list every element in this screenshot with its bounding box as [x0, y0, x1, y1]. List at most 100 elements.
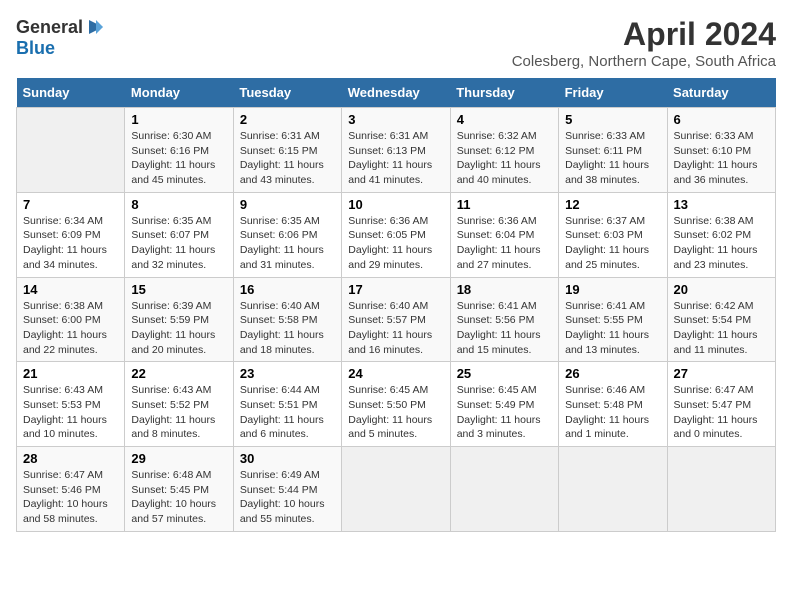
calendar-cell: 12Sunrise: 6:37 AM Sunset: 6:03 PM Dayli… — [559, 192, 667, 277]
day-info: Sunrise: 6:33 AM Sunset: 6:10 PM Dayligh… — [674, 129, 769, 188]
day-info: Sunrise: 6:37 AM Sunset: 6:03 PM Dayligh… — [565, 214, 660, 273]
day-info: Sunrise: 6:47 AM Sunset: 5:47 PM Dayligh… — [674, 383, 769, 442]
day-number: 25 — [457, 366, 552, 381]
day-number: 24 — [348, 366, 443, 381]
day-number: 8 — [131, 197, 226, 212]
day-number: 2 — [240, 112, 335, 127]
calendar-cell: 22 Sunrise: 6:43 AM Sunset: 5:52 PM Dayli… — [125, 362, 233, 447]
calendar-cell: 10Sunrise: 6:36 AM Sunset: 6:05 PM Dayli… — [342, 192, 450, 277]
calendar-cell: 14 Sunrise: 6:38 AM Sunset: 6:00 PM Dayli… — [17, 277, 125, 362]
logo-blue-text: Blue — [16, 38, 55, 59]
day-number: 18 — [457, 282, 552, 297]
title-section: April 2024 Colesberg, Northern Cape, Sou… — [512, 16, 776, 70]
day-number: 28 — [23, 451, 118, 466]
day-number: 5 — [565, 112, 660, 127]
day-info: Sunrise: 6:33 AM Sunset: 6:11 PM Dayligh… — [565, 129, 660, 188]
day-number: 16 — [240, 282, 335, 297]
weekday-header-row: SundayMondayTuesdayWednesdayThursdayFrid… — [17, 78, 776, 108]
day-number: 15 — [131, 282, 226, 297]
subtitle: Colesberg, Northern Cape, South Africa — [512, 53, 776, 70]
calendar-cell: 6 Sunrise: 6:33 AM Sunset: 6:10 PM Daylig… — [667, 108, 775, 193]
day-info: Sunrise: 6:46 AM Sunset: 5:48 PM Dayligh… — [565, 383, 660, 442]
day-info: Sunrise: 6:43 AM Sunset: 5:52 PM Dayligh… — [131, 383, 226, 442]
day-info: Sunrise: 6:43 AM Sunset: 5:53 PM Dayligh… — [23, 383, 118, 442]
calendar-cell — [559, 447, 667, 532]
day-info: Sunrise: 6:39 AM Sunset: 5:59 PM Dayligh… — [131, 299, 226, 358]
weekday-header-friday: Friday — [559, 78, 667, 108]
logo: General Blue — [16, 16, 107, 59]
calendar-cell: 4 Sunrise: 6:32 AM Sunset: 6:12 PM Daylig… — [450, 108, 558, 193]
day-info: Sunrise: 6:44 AM Sunset: 5:51 PM Dayligh… — [240, 383, 335, 442]
calendar-cell: 21Sunrise: 6:43 AM Sunset: 5:53 PM Dayli… — [17, 362, 125, 447]
calendar-cell — [342, 447, 450, 532]
weekday-header-sunday: Sunday — [17, 78, 125, 108]
calendar-cell: 28 Sunrise: 6:47 AM Sunset: 5:46 PM Dayli… — [17, 447, 125, 532]
day-info: Sunrise: 6:47 AM Sunset: 5:46 PM Dayligh… — [23, 468, 118, 527]
weekday-header-wednesday: Wednesday — [342, 78, 450, 108]
calendar-cell: 23 Sunrise: 6:44 AM Sunset: 5:51 PM Dayli… — [233, 362, 341, 447]
week-row-2: 7Sunrise: 6:34 AM Sunset: 6:09 PM Daylig… — [17, 192, 776, 277]
day-info: Sunrise: 6:48 AM Sunset: 5:45 PM Dayligh… — [131, 468, 226, 527]
calendar-cell: 27 Sunrise: 6:47 AM Sunset: 5:47 PM Dayli… — [667, 362, 775, 447]
week-row-5: 28 Sunrise: 6:47 AM Sunset: 5:46 PM Dayli… — [17, 447, 776, 532]
day-number: 22 — [131, 366, 226, 381]
weekday-header-thursday: Thursday — [450, 78, 558, 108]
day-info: Sunrise: 6:30 AM Sunset: 6:16 PM Dayligh… — [131, 129, 226, 188]
day-number: 3 — [348, 112, 443, 127]
day-number: 13 — [674, 197, 769, 212]
day-number: 7 — [23, 197, 118, 212]
day-number: 11 — [457, 197, 552, 212]
calendar-cell — [667, 447, 775, 532]
calendar-cell: 30 Sunrise: 6:49 AM Sunset: 5:44 PM Dayli… — [233, 447, 341, 532]
week-row-1: 1 Sunrise: 6:30 AM Sunset: 6:16 PM Daylig… — [17, 108, 776, 193]
day-number: 9 — [240, 197, 335, 212]
day-number: 20 — [674, 282, 769, 297]
day-number: 27 — [674, 366, 769, 381]
day-info: Sunrise: 6:49 AM Sunset: 5:44 PM Dayligh… — [240, 468, 335, 527]
day-number: 4 — [457, 112, 552, 127]
calendar-cell: 16Sunrise: 6:40 AM Sunset: 5:58 PM Dayli… — [233, 277, 341, 362]
day-number: 19 — [565, 282, 660, 297]
calendar-cell: 18 Sunrise: 6:41 AM Sunset: 5:56 PM Dayli… — [450, 277, 558, 362]
calendar-cell — [450, 447, 558, 532]
day-number: 26 — [565, 366, 660, 381]
calendar-cell: 1 Sunrise: 6:30 AM Sunset: 6:16 PM Daylig… — [125, 108, 233, 193]
day-number: 6 — [674, 112, 769, 127]
weekday-header-tuesday: Tuesday — [233, 78, 341, 108]
calendar-cell: 20 Sunrise: 6:42 AM Sunset: 5:54 PM Dayli… — [667, 277, 775, 362]
day-info: Sunrise: 6:38 AM Sunset: 6:00 PM Dayligh… — [23, 299, 118, 358]
day-info: Sunrise: 6:36 AM Sunset: 6:04 PM Dayligh… — [457, 214, 552, 273]
day-info: Sunrise: 6:31 AM Sunset: 6:15 PM Dayligh… — [240, 129, 335, 188]
calendar-cell: 13 Sunrise: 6:38 AM Sunset: 6:02 PM Dayli… — [667, 192, 775, 277]
day-info: Sunrise: 6:45 AM Sunset: 5:49 PM Dayligh… — [457, 383, 552, 442]
logo-general-text: General — [16, 17, 83, 38]
day-info: Sunrise: 6:41 AM Sunset: 5:55 PM Dayligh… — [565, 299, 660, 358]
calendar-cell: 25 Sunrise: 6:45 AM Sunset: 5:49 PM Dayli… — [450, 362, 558, 447]
day-info: Sunrise: 6:31 AM Sunset: 6:13 PM Dayligh… — [348, 129, 443, 188]
weekday-header-monday: Monday — [125, 78, 233, 108]
day-info: Sunrise: 6:38 AM Sunset: 6:02 PM Dayligh… — [674, 214, 769, 273]
day-info: Sunrise: 6:41 AM Sunset: 5:56 PM Dayligh… — [457, 299, 552, 358]
day-info: Sunrise: 6:32 AM Sunset: 6:12 PM Dayligh… — [457, 129, 552, 188]
day-number: 29 — [131, 451, 226, 466]
week-row-3: 14 Sunrise: 6:38 AM Sunset: 6:00 PM Dayli… — [17, 277, 776, 362]
calendar-cell: 19 Sunrise: 6:41 AM Sunset: 5:55 PM Dayli… — [559, 277, 667, 362]
day-number: 1 — [131, 112, 226, 127]
calendar-cell: 26 Sunrise: 6:46 AM Sunset: 5:48 PM Dayli… — [559, 362, 667, 447]
calendar-cell: 7Sunrise: 6:34 AM Sunset: 6:09 PM Daylig… — [17, 192, 125, 277]
day-info: Sunrise: 6:42 AM Sunset: 5:54 PM Dayligh… — [674, 299, 769, 358]
main-title: April 2024 — [512, 16, 776, 53]
calendar-cell: 17Sunrise: 6:40 AM Sunset: 5:57 PM Dayli… — [342, 277, 450, 362]
day-info: Sunrise: 6:36 AM Sunset: 6:05 PM Dayligh… — [348, 214, 443, 273]
day-number: 23 — [240, 366, 335, 381]
calendar-cell: 8 Sunrise: 6:35 AM Sunset: 6:07 PM Daylig… — [125, 192, 233, 277]
day-info: Sunrise: 6:45 AM Sunset: 5:50 PM Dayligh… — [348, 383, 443, 442]
day-info: Sunrise: 6:35 AM Sunset: 6:06 PM Dayligh… — [240, 214, 335, 273]
day-number: 14 — [23, 282, 118, 297]
calendar-table: SundayMondayTuesdayWednesdayThursdayFrid… — [16, 78, 776, 532]
day-number: 30 — [240, 451, 335, 466]
day-info: Sunrise: 6:35 AM Sunset: 6:07 PM Dayligh… — [131, 214, 226, 273]
week-row-4: 21Sunrise: 6:43 AM Sunset: 5:53 PM Dayli… — [17, 362, 776, 447]
day-info: Sunrise: 6:40 AM Sunset: 5:57 PM Dayligh… — [348, 299, 443, 358]
logo-icon — [85, 16, 107, 38]
